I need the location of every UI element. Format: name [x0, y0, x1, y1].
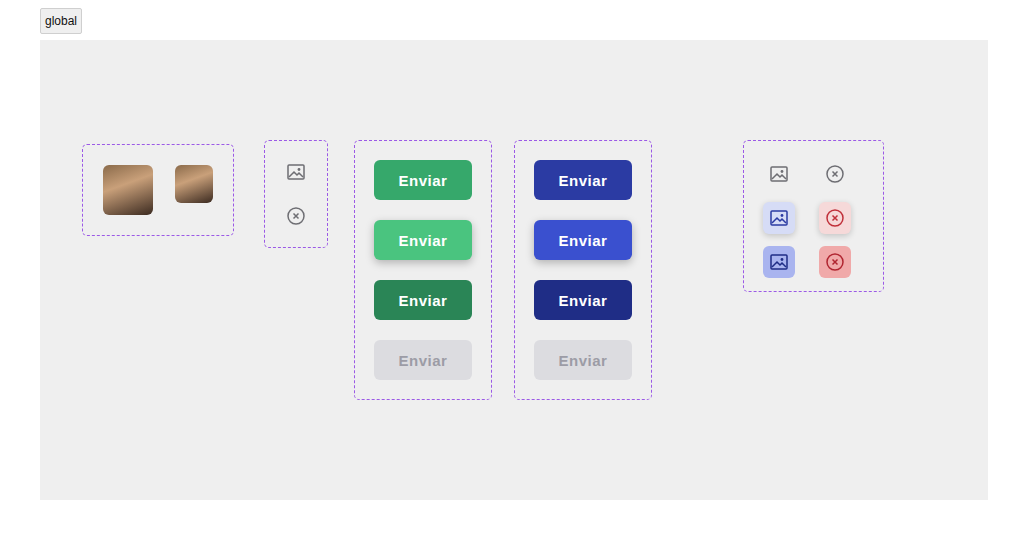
close-circle-icon [286, 206, 306, 226]
close-circle-icon [825, 208, 845, 228]
button-group: Enviar Enviar Enviar Enviar [354, 140, 492, 400]
send-button[interactable]: Enviar [374, 280, 472, 320]
send-button[interactable]: Enviar [534, 280, 632, 320]
avatar [103, 165, 153, 215]
icon-button[interactable] [819, 246, 851, 278]
send-button[interactable]: Enviar [374, 220, 472, 260]
global-tag[interactable]: global [40, 8, 82, 34]
icon-button-row [763, 246, 883, 278]
image-icon [286, 162, 306, 182]
image-icon [769, 208, 789, 228]
canvas: EnviarEnviarEnviarEnviarEnviarEnviarEnvi… [40, 40, 988, 500]
send-button[interactable]: Enviar [534, 220, 632, 260]
icon-button[interactable] [819, 202, 851, 234]
button-group: Enviar Enviar Enviar Enviar [514, 140, 652, 400]
icon-button-group [743, 140, 884, 292]
icon-cell [286, 206, 306, 226]
send-button[interactable]: Enviar [534, 340, 632, 380]
icon-cell [286, 162, 306, 182]
avatar-group [82, 144, 234, 236]
avatar [175, 165, 213, 203]
page: globalEnviarEnviarEnviarEnviarEnviarEnvi… [0, 0, 1028, 540]
send-button[interactable]: Enviar [534, 160, 632, 200]
send-button[interactable]: Enviar [374, 340, 472, 380]
close-circle-icon [825, 164, 845, 184]
image-icon [769, 252, 789, 272]
icon-button-row [763, 202, 883, 234]
close-circle-icon [825, 252, 845, 272]
icon-button[interactable] [763, 158, 795, 190]
image-icon [769, 164, 789, 184]
icon-button[interactable] [763, 246, 795, 278]
icon-button-row [763, 158, 883, 190]
icon-button[interactable] [819, 158, 851, 190]
icon-button[interactable] [763, 202, 795, 234]
send-button[interactable]: Enviar [374, 160, 472, 200]
icon-group [264, 140, 328, 248]
